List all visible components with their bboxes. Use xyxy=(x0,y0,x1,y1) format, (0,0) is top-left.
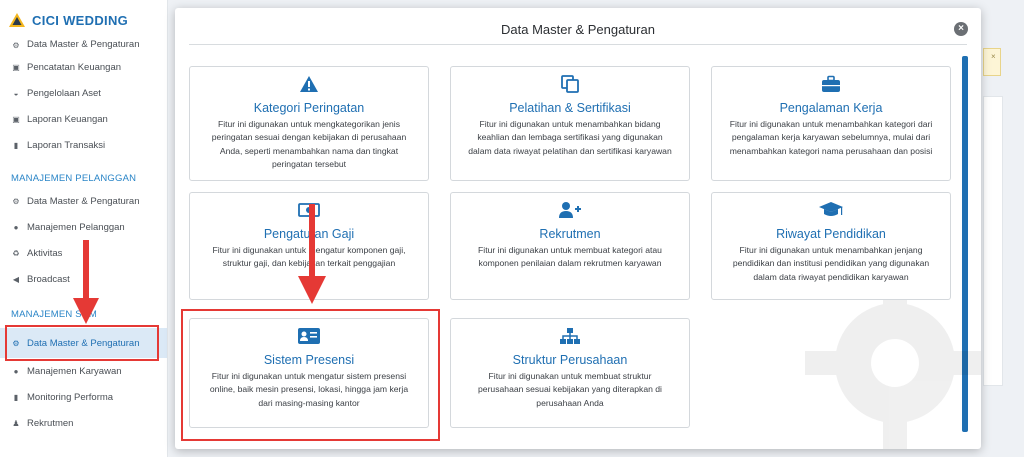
modal-divider xyxy=(189,44,967,45)
card-rekrutmen[interactable]: Rekrutmen Fitur ini digunakan untuk memb… xyxy=(450,192,690,300)
annotation-box-sistem-presensi xyxy=(181,309,440,441)
sidebar: CICI WEDDING ⚙ Data Master & Pengaturan … xyxy=(0,0,168,457)
card-title: Kategori Peringatan xyxy=(253,101,365,115)
briefcase-icon xyxy=(822,75,840,92)
sidebar-item-label: Laporan Keuangan xyxy=(27,113,108,125)
sidebar-item-data-master-keuangan[interactable]: ⚙ Data Master & Pengaturan xyxy=(0,40,167,50)
brand-name: CICI WEDDING xyxy=(32,12,129,28)
sidebar-item-rekrutmen[interactable]: ♟ Rekrutmen xyxy=(0,410,167,436)
card-title: Rekrutmen xyxy=(539,227,601,241)
sitemap-icon xyxy=(560,328,580,344)
sidebar-item-label: Laporan Transaksi xyxy=(27,139,106,151)
card-title: Pengalaman Kerja xyxy=(779,101,883,115)
cogs-icon: ⚙ xyxy=(12,196,20,206)
sidebar-item-data-master-pelanggan[interactable]: ⚙ Data Master & Pengaturan xyxy=(0,188,167,214)
background-alert-close-icon[interactable]: × xyxy=(991,52,996,61)
card-struktur-perusahaan[interactable]: Struktur Perusahaan Fitur ini digunakan … xyxy=(450,318,690,428)
sidebar-item-laporan-transaksi[interactable]: ▮ Laporan Transaksi xyxy=(0,132,167,158)
close-icon[interactable]: × xyxy=(954,22,968,36)
user-plus-icon: ♟ xyxy=(12,418,20,428)
card-description: Fitur ini digunakan untuk mengkategorika… xyxy=(211,119,407,170)
sidebar-item-monitoring-performa[interactable]: ▮ Monitoring Performa xyxy=(0,384,167,410)
sidebar-item-label: Rekrutmen xyxy=(27,417,74,429)
users-icon: ● xyxy=(13,222,19,232)
card-description: Fitur ini digunakan untuk menambahkan ka… xyxy=(729,119,933,156)
card-description: Fitur ini digunakan untuk menambahkan je… xyxy=(732,245,930,282)
cogs-icon: ⚙ xyxy=(12,40,20,50)
card-title: Pelatihan & Sertifikasi xyxy=(509,101,631,115)
graduation-cap-icon xyxy=(819,202,843,216)
card-kategori-peringatan[interactable]: Kategori Peringatan Fitur ini digunakan … xyxy=(189,66,429,181)
card-riwayat-pendidikan[interactable]: Riwayat Pendidikan Fitur ini digunakan u… xyxy=(711,192,951,300)
book-icon: ▮ xyxy=(13,140,19,150)
sidebar-item-laporan-keuangan[interactable]: ▣ Laporan Keuangan xyxy=(0,106,167,132)
sidebar-item-label: Pengelolaan Aset xyxy=(27,87,101,99)
brand-logo-icon xyxy=(9,13,25,27)
brand[interactable]: CICI WEDDING xyxy=(0,0,167,40)
sidebar-item-label: Data Master & Pengaturan xyxy=(27,40,140,50)
card-description: Fitur ini digunakan untuk menambahkan bi… xyxy=(468,119,672,156)
section-manajemen-pelanggan: MANAJEMEN PELANGGAN xyxy=(11,173,137,184)
users-icon: ● xyxy=(13,366,19,376)
sidebar-item-label: Pencatatan Keuangan xyxy=(27,61,122,73)
sidebar-item-label: Aktivitas xyxy=(27,247,63,259)
card-title: Struktur Perusahaan xyxy=(512,353,628,367)
card-pelatihan-sertifikasi[interactable]: Pelatihan & Sertifikasi Fitur ini diguna… xyxy=(450,66,690,181)
book-icon: ▮ xyxy=(13,392,19,402)
card-title: Riwayat Pendidikan xyxy=(776,227,886,241)
recycle-icon: ♻ xyxy=(12,248,20,258)
sidebar-item-label: Broadcast xyxy=(27,273,70,285)
sidebar-item-manajemen-pelanggan[interactable]: ● Manajemen Pelanggan xyxy=(0,214,167,240)
card-pengalaman-kerja[interactable]: Pengalaman Kerja Fitur ini digunakan unt… xyxy=(711,66,951,181)
sidebar-item-label: Data Master & Pengaturan xyxy=(27,195,140,207)
annotation-arrow-down-icon xyxy=(73,240,99,324)
money-icon: ▣ xyxy=(12,62,20,72)
card-description: Fitur ini digunakan untuk membuat katego… xyxy=(478,245,662,269)
car-icon: ◒ xyxy=(13,88,19,98)
sidebar-item-pencatatan-keuangan[interactable]: ▣ Pencatatan Keuangan xyxy=(0,54,167,80)
sidebar-item-label: Manajemen Karyawan xyxy=(27,365,122,377)
sidebar-item-manajemen-karyawan[interactable]: ● Manajemen Karyawan xyxy=(0,358,167,384)
sidebar-item-label: Monitoring Performa xyxy=(27,391,114,403)
modal-title: Data Master & Pengaturan xyxy=(501,22,655,37)
money-icon: ▣ xyxy=(12,114,20,124)
sidebar-item-label: Manajemen Pelanggan xyxy=(27,221,125,233)
warning-icon xyxy=(300,76,318,92)
user-plus-icon xyxy=(559,202,581,218)
annotation-box-sidebar xyxy=(5,325,159,361)
sidebar-item-pengelolaan-aset[interactable]: ◒ Pengelolaan Aset xyxy=(0,80,167,106)
card-description: Fitur ini digunakan untuk membuat strukt… xyxy=(478,371,662,408)
copy-icon xyxy=(561,75,579,93)
annotation-arrow-down-icon xyxy=(298,204,326,304)
bullhorn-icon: ◀ xyxy=(12,274,20,284)
background-card xyxy=(983,96,1003,386)
